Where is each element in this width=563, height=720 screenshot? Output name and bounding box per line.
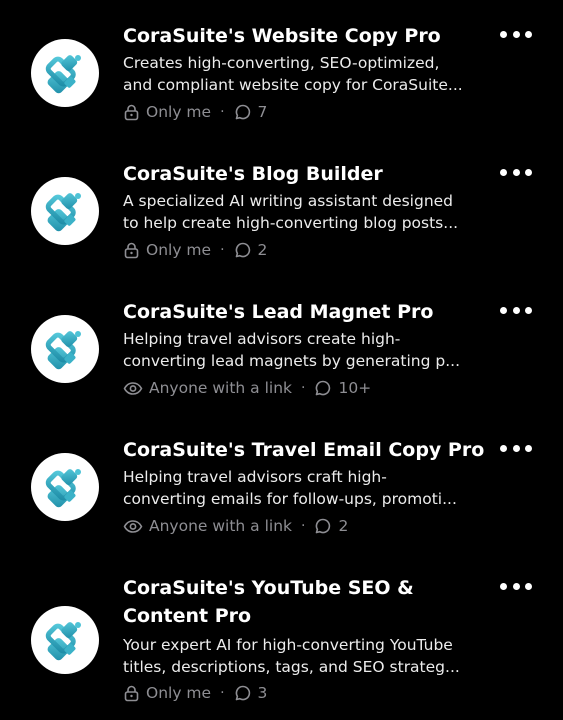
separator: · — [220, 685, 225, 701]
more-options-button[interactable] — [500, 442, 532, 454]
dot-icon — [525, 306, 532, 314]
eye-icon — [123, 518, 143, 535]
gpt-logo-avatar — [31, 606, 99, 674]
chat-bubble-icon — [314, 517, 332, 535]
item-title[interactable]: CoraSuite's YouTube SEO & Content Pro — [123, 574, 423, 630]
conversation-count: 3 — [257, 684, 268, 702]
item-meta: Only me · 3 — [123, 682, 267, 704]
separator: · — [301, 380, 306, 396]
more-options-button[interactable] — [500, 28, 532, 40]
more-options-button[interactable] — [500, 304, 532, 316]
lock-icon — [123, 242, 140, 259]
conversation-count: 7 — [257, 103, 268, 121]
item-meta: Anyone with a link · 10+ — [123, 377, 371, 399]
item-description: Helping travel advisors craft high- conv… — [123, 468, 457, 508]
conversation-count: 10+ — [338, 379, 372, 397]
list-item[interactable]: CoraSuite's YouTube SEO & Content Pro Yo… — [0, 552, 563, 720]
chat-bubble-icon — [234, 103, 252, 121]
item-title[interactable]: CoraSuite's Lead Magnet Pro — [123, 298, 493, 326]
visibility-label: Anyone with a link — [149, 517, 293, 535]
item-meta: Only me · 7 — [123, 101, 267, 123]
more-options-button[interactable] — [500, 580, 532, 592]
list-item[interactable]: CoraSuite's Website Copy Pro Creates hig… — [0, 0, 563, 138]
visibility-label: Only me — [146, 103, 212, 121]
separator: · — [301, 518, 306, 534]
dot-icon — [525, 168, 532, 176]
dot-icon — [500, 306, 507, 314]
item-description: Your expert AI for high-converting YouTu… — [123, 636, 460, 676]
visibility-label: Only me — [146, 241, 212, 259]
conversation-count: 2 — [338, 517, 349, 535]
conversation-count: 2 — [257, 241, 268, 259]
dot-icon — [500, 168, 507, 176]
dot-icon — [500, 444, 507, 452]
gpt-logo-avatar — [31, 177, 99, 245]
dot-icon — [512, 582, 520, 590]
dot-icon — [500, 30, 507, 38]
item-title[interactable]: CoraSuite's Website Copy Pro — [123, 22, 493, 50]
item-title[interactable]: CoraSuite's Blog Builder — [123, 160, 493, 188]
dot-icon — [512, 306, 520, 314]
list-item[interactable]: CoraSuite's Lead Magnet Pro Helping trav… — [0, 276, 563, 414]
chat-bubble-icon — [314, 379, 332, 397]
item-meta: Anyone with a link · 2 — [123, 515, 348, 537]
dot-icon — [512, 168, 520, 176]
dot-icon — [525, 444, 532, 452]
more-options-button[interactable] — [500, 166, 532, 178]
chat-bubble-icon — [234, 241, 252, 259]
separator: · — [220, 242, 225, 258]
item-title[interactable]: CoraSuite's Travel Email Copy Pro — [123, 436, 493, 464]
lock-icon — [123, 104, 140, 121]
list-item[interactable]: CoraSuite's Blog Builder A specialized A… — [0, 138, 563, 276]
dot-icon — [525, 30, 532, 38]
chat-bubble-icon — [234, 684, 252, 702]
separator: · — [220, 104, 225, 120]
visibility-label: Only me — [146, 684, 212, 702]
dot-icon — [500, 582, 507, 590]
dot-icon — [525, 582, 532, 590]
item-description: A specialized AI writing assistant desig… — [123, 192, 459, 232]
visibility-label: Anyone with a link — [149, 379, 293, 397]
list-item[interactable]: CoraSuite's Travel Email Copy Pro Helpin… — [0, 414, 563, 552]
dot-icon — [512, 30, 520, 38]
gpt-logo-avatar — [31, 315, 99, 383]
lock-icon — [123, 685, 140, 702]
item-description: Creates high-converting, SEO-optimized, … — [123, 54, 463, 94]
dot-icon — [512, 444, 520, 452]
item-meta: Only me · 2 — [123, 239, 267, 261]
gpt-logo-avatar — [31, 453, 99, 521]
eye-icon — [123, 380, 143, 397]
item-description: Helping travel advisors create high- con… — [123, 330, 461, 370]
gpt-logo-avatar — [31, 39, 99, 107]
